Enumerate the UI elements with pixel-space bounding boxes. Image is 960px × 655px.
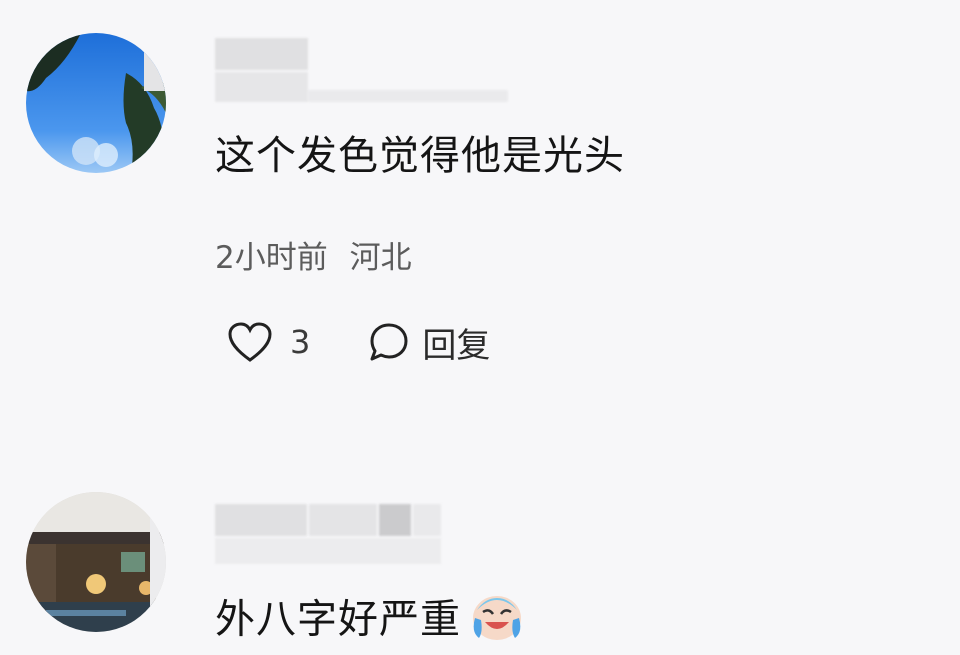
username-placeholder: [215, 504, 445, 568]
timestamp: 2小时前: [215, 240, 328, 276]
reply-button[interactable]: 回复: [366, 318, 490, 367]
reply-label: 回复: [422, 325, 491, 366]
username-placeholder: [215, 38, 515, 102]
comment-text: 这个发色觉得他是光头: [215, 133, 625, 179]
comment-text: 外八字好严重: [215, 588, 525, 655]
sky-tree-avatar-icon: [26, 33, 166, 173]
house-interior-avatar-icon: [26, 492, 166, 632]
comment-item: 这个发色觉得他是光头 2小时前 河北 3 回复: [0, 0, 960, 440]
comment-meta: 2小时前 河北: [215, 232, 424, 277]
comment-text-content: 外八字好严重: [215, 596, 461, 643]
like-button[interactable]: 3: [226, 320, 310, 364]
crying-laughing-emoji-icon: [469, 588, 525, 655]
speech-bubble-icon: [370, 323, 408, 361]
heart-icon: [228, 322, 272, 362]
location: 河北: [349, 240, 412, 276]
like-count: 3: [290, 323, 311, 361]
comment-item: 外八字好严重: [0, 440, 960, 643]
avatar[interactable]: [26, 492, 166, 632]
comment-actions: 3 回复: [226, 318, 490, 366]
avatar[interactable]: [26, 33, 166, 173]
